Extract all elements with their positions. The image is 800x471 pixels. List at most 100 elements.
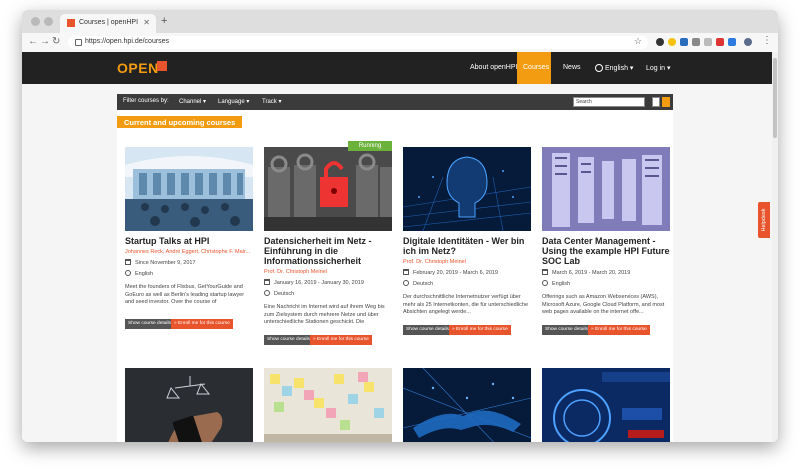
course-card[interactable] <box>125 368 253 442</box>
back-arrow-icon[interactable]: ← <box>28 36 38 47</box>
course-language-text: English <box>135 271 154 277</box>
password-protect-image[interactable] <box>542 368 670 442</box>
course-date-text: February 20, 2019 - March 6, 2019 <box>413 270 498 276</box>
bookmark-star-icon[interactable]: ☆ <box>634 36 642 47</box>
globe-icon <box>403 280 409 286</box>
nav-news[interactable]: News <box>563 64 581 71</box>
enroll-button[interactable]: » Enroll me for this course <box>588 325 650 335</box>
url-text: https://open.hpi.de/courses <box>85 38 170 45</box>
search-input[interactable]: Search <box>573 97 645 107</box>
course-language: English <box>542 280 570 287</box>
course-date-text: Since November 9, 2017 <box>135 260 196 266</box>
show-course-details-button[interactable]: Show course details <box>125 319 174 329</box>
reload-icon[interactable]: ↻ <box>52 36 60 47</box>
globe-icon <box>542 280 548 286</box>
browser-tab-bar: Courses | openHPI ✕ + <box>22 10 778 33</box>
grid-view-icon[interactable] <box>662 97 670 107</box>
course-date: January 16, 2019 - January 30, 2019 <box>264 279 364 286</box>
show-course-details-button[interactable]: Show course details <box>403 325 452 335</box>
hpi-logo-box <box>157 61 167 71</box>
course-teacher[interactable]: Prof. Dr. Christoph Meinel <box>403 259 531 265</box>
extension-icon[interactable] <box>668 38 676 46</box>
show-course-details-button[interactable]: Show course details <box>264 335 313 345</box>
course-card[interactable] <box>542 368 670 442</box>
plus-icon[interactable]: + <box>161 15 167 27</box>
nav-login[interactable]: Log in ▾ <box>646 64 671 72</box>
list-view-icon[interactable] <box>652 97 660 107</box>
course-language: Deutsch <box>403 280 433 287</box>
startup-talks-image[interactable] <box>125 147 253 231</box>
course-language: Deutsch <box>264 290 294 297</box>
course-card[interactable] <box>403 368 531 442</box>
filter-channel-label: Channel <box>179 99 202 105</box>
filter-track-label: Track <box>262 99 277 105</box>
course-teacher[interactable]: Johannes Reck, André Eggert, Christophe … <box>125 249 253 255</box>
course-description: Offerings such as Amazon Webservices (AW… <box>542 294 665 315</box>
address-toolbar: ← → ↻ https://open.hpi.de/courses ☆ ⋮ <box>22 33 778 53</box>
search-placeholder: Search <box>576 99 592 105</box>
enroll-label: Enroll me for this course <box>317 337 369 342</box>
calendar-icon <box>542 269 548 275</box>
nav-about[interactable]: About openHPI <box>470 64 517 71</box>
course-card[interactable]: Digitale Identitäten - Wer bin ich im Ne… <box>403 147 531 335</box>
course-card[interactable]: Data Center Management - Using the examp… <box>542 147 670 335</box>
filter-language[interactable]: Language ▾ <box>218 98 249 105</box>
extension-icon[interactable] <box>692 38 700 46</box>
phone-scale-image[interactable] <box>125 368 253 442</box>
tab-title: Courses | openHPI <box>79 19 139 26</box>
site-header: OPEN About openHPI Courses News English … <box>22 52 772 84</box>
enroll-label: Enroll me for this course <box>595 327 647 332</box>
extension-icon[interactable] <box>656 38 664 46</box>
filter-label: Filter courses by: <box>123 98 169 104</box>
show-course-details-button[interactable]: Show course details <box>542 325 591 335</box>
page-scrollbar[interactable] <box>772 52 778 442</box>
course-title[interactable]: Datensicherheit im Netz - Einführung in … <box>264 236 392 266</box>
course-card[interactable]: Running Datensicherheit im Netz - Einfüh… <box>264 141 392 345</box>
extension-icon[interactable] <box>704 38 712 46</box>
minimize-window-dot[interactable] <box>44 17 53 26</box>
url-field[interactable]: https://open.hpi.de/courses ☆ <box>68 36 648 49</box>
filter-channel[interactable]: Channel ▾ <box>179 98 206 105</box>
course-date: March 6, 2019 - March 20, 2019 <box>542 269 630 276</box>
course-date: February 20, 2019 - March 6, 2019 <box>403 269 498 276</box>
security-lock-image[interactable] <box>264 147 392 231</box>
nav-language[interactable]: English ▾ <box>595 64 633 72</box>
forward-arrow-icon[interactable]: → <box>40 36 50 47</box>
enroll-button[interactable]: » Enroll me for this course <box>449 325 511 335</box>
helpdesk-tab[interactable]: Helpdesk <box>758 202 770 238</box>
enroll-button[interactable]: » Enroll me for this course <box>171 319 233 329</box>
filter-bar: Filter courses by: Channel ▾ Language ▾ … <box>117 94 673 110</box>
extension-icon[interactable] <box>716 38 724 46</box>
filter-track[interactable]: Track ▾ <box>262 98 281 105</box>
scrollbar-thumb[interactable] <box>773 58 777 138</box>
filter-language-label: Language <box>218 99 245 105</box>
openhpi-logo[interactable]: OPEN <box>117 60 159 76</box>
lock-icon <box>75 39 82 46</box>
course-card[interactable] <box>264 368 392 442</box>
data-center-image[interactable] <box>542 147 670 231</box>
course-title[interactable]: Startup Talks at HPI <box>125 236 253 246</box>
handshake-network-image[interactable] <box>403 368 531 442</box>
close-tab-icon[interactable]: ✕ <box>143 18 150 27</box>
course-description: Meet the founders of Flixbus, GetYourGui… <box>125 284 245 305</box>
course-description: Eine Nachricht im Internet wird auf ihre… <box>264 304 385 325</box>
browser-tab[interactable]: Courses | openHPI ✕ <box>60 14 156 33</box>
nav-courses[interactable]: Courses <box>523 64 549 71</box>
course-date: Since November 9, 2017 <box>125 259 196 266</box>
extension-icon[interactable] <box>728 38 736 46</box>
browser-window: Courses | openHPI ✕ + ← → ↻ https://open… <box>22 10 778 442</box>
course-card[interactable]: Startup Talks at HPI Johannes Reck, Andr… <box>125 147 253 331</box>
avatar[interactable] <box>744 38 752 46</box>
calendar-icon <box>403 269 409 275</box>
enroll-label: Enroll me for this course <box>456 327 508 332</box>
extension-icon[interactable] <box>680 38 688 46</box>
close-window-dot[interactable] <box>31 17 40 26</box>
enroll-button[interactable]: » Enroll me for this course <box>310 335 372 345</box>
course-title[interactable]: Data Center Management - Using the examp… <box>542 236 670 266</box>
menu-dots-icon[interactable]: ⋮ <box>762 35 772 46</box>
course-teacher[interactable]: Prof. Dr. Christoph Meinel <box>264 269 392 275</box>
course-language: English <box>125 270 153 277</box>
sticky-notes-image[interactable] <box>264 368 392 442</box>
course-title[interactable]: Digitale Identitäten - Wer bin ich im Ne… <box>403 236 531 256</box>
digital-identity-image[interactable] <box>403 147 531 231</box>
